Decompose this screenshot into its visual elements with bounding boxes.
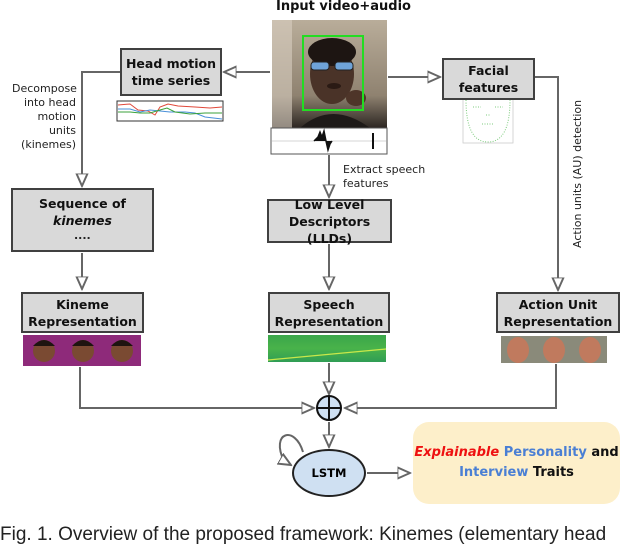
node-label: time series — [131, 73, 211, 88]
node-facial-features: Facial features — [442, 58, 535, 100]
input-title: Input video+audio — [276, 0, 411, 14]
edge-head-motion-to-seq — [82, 71, 120, 186]
node-label: Representation — [28, 313, 137, 329]
node-label-italic: kinemes — [53, 213, 112, 228]
output-traits-box: Explainable Personality and Interview Tr… — [413, 422, 620, 504]
node-speech-representation: Speech Representation — [268, 292, 390, 333]
facial-landmarks-image — [462, 96, 514, 144]
edge-au-to-fusion — [345, 364, 557, 408]
edge-label-line: features — [343, 177, 389, 190]
edge-label-line: (kinemes) — [21, 138, 76, 151]
node-head-motion-time-series: Head motion time series — [120, 48, 222, 96]
output-word-traits: Traits — [532, 465, 574, 480]
edge-label-line: into head — [23, 96, 76, 109]
kineme-face-images — [23, 335, 141, 366]
edge-facial-to-au — [535, 76, 558, 290]
input-video-frame — [272, 20, 387, 128]
node-label: Low Level — [294, 196, 365, 212]
node-label: Kineme — [56, 296, 109, 312]
head-motion-plot — [116, 100, 224, 122]
node-low-level-descriptors: Low Level Descriptors (LLDs) — [267, 196, 392, 246]
speech-spectrogram — [267, 335, 387, 362]
node-label: Descriptors (LLDs) — [288, 213, 371, 246]
fusion-node — [316, 395, 342, 421]
label-au-detection: Action units (AU) detection — [571, 99, 584, 248]
edge-kineme-to-fusion — [79, 367, 314, 408]
node-label: Facial — [468, 63, 509, 78]
output-word-and: and — [591, 445, 619, 460]
node-label: Sequence of — [39, 196, 126, 211]
node-label: Head motion — [125, 56, 217, 71]
output-word-interview: Interview — [459, 465, 529, 480]
node-action-unit-representation: Action Unit Representation — [496, 292, 620, 333]
node-label: Representation — [503, 313, 613, 329]
edge-label-line: Decompose — [12, 82, 77, 95]
edge-label-line: Extract speech — [343, 163, 426, 176]
au-face-images — [501, 336, 607, 363]
audio-waveform — [270, 127, 388, 155]
edge-label-line: motion units — [37, 110, 76, 137]
node-label: features — [458, 80, 519, 95]
output-word-personality: Personality — [503, 445, 587, 460]
label-decompose-kinemes: Decompose into head motion units (kineme… — [12, 82, 77, 152]
node-lstm: LSTM — [292, 449, 366, 497]
output-word-explainable: Explainable — [414, 445, 500, 460]
label-extract-speech: Extract speech features — [343, 163, 425, 191]
figure-caption: Fig. 1. Overview of the proposed framewo… — [0, 524, 607, 545]
node-kineme-representation: Kineme Representation — [21, 292, 144, 333]
node-label: Representation — [274, 313, 384, 329]
node-label: Speech — [303, 296, 355, 312]
node-label: Action Unit — [518, 296, 598, 312]
kineme-ellipsis: .... — [74, 229, 91, 242]
